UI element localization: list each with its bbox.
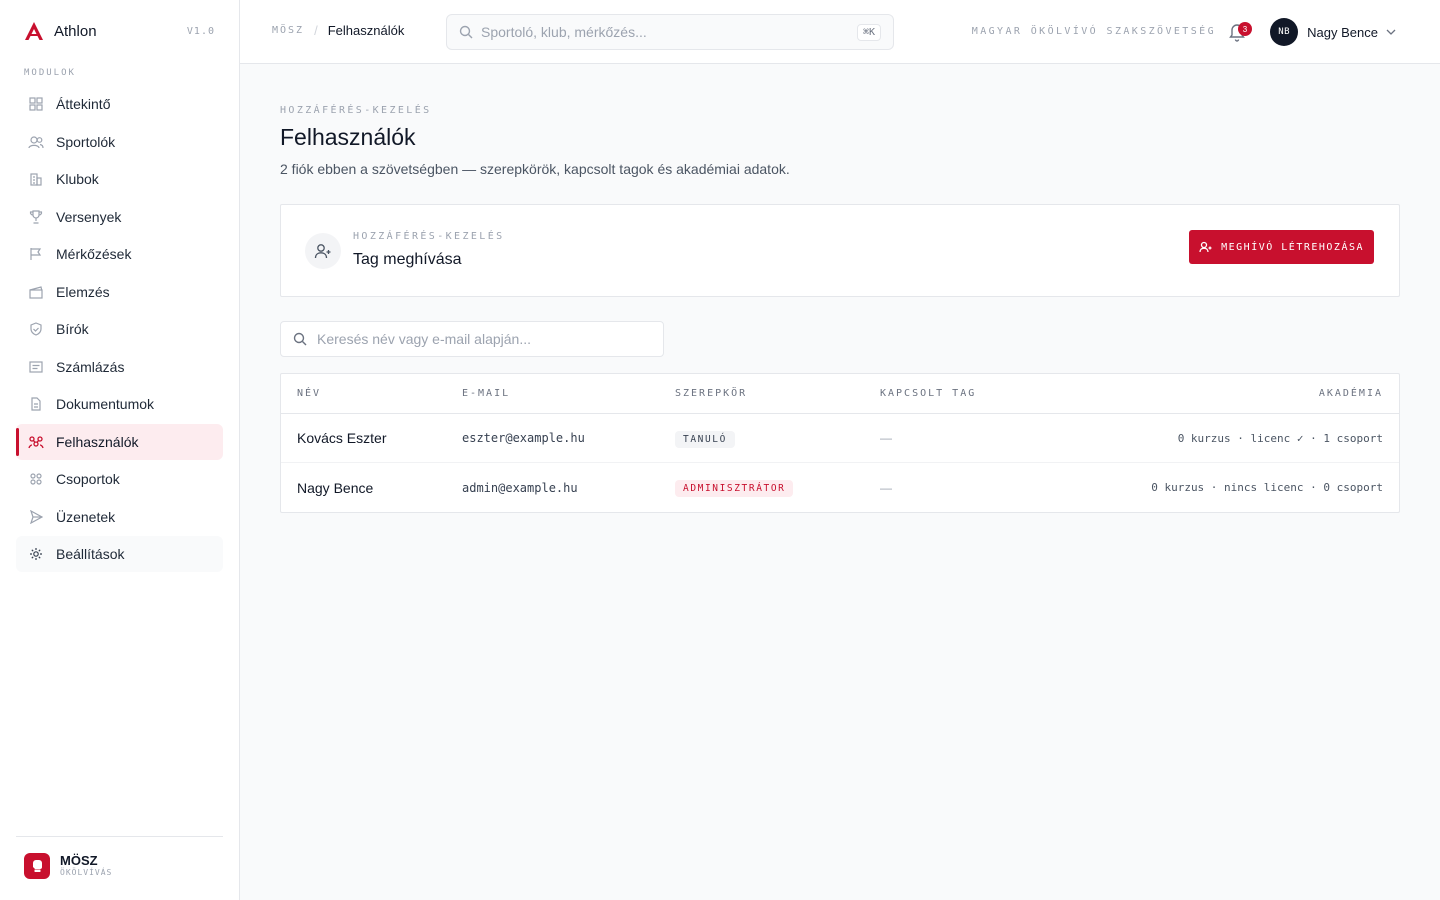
search-shortcut: ⌘K xyxy=(856,23,881,41)
column-linked-member[interactable]: KAPCSOLT TAG xyxy=(880,388,1060,399)
avatar: NB xyxy=(1270,18,1299,46)
page-title: Felhasználók xyxy=(280,124,416,150)
linked-member-cell: — xyxy=(880,480,892,495)
clapperboard-icon xyxy=(28,284,44,300)
academy-cell: 0 kurzus · nincs licenc · 0 csoport xyxy=(1151,481,1383,494)
sidebar-item-overview[interactable]: Áttekintő xyxy=(16,86,223,122)
nav-section-label: MODULOK xyxy=(24,68,76,78)
sidebar-item-label: Áttekintő xyxy=(56,96,111,112)
sidebar-item-label: Mérkőzések xyxy=(56,246,132,262)
sidebar-item-users[interactable]: Felhasználók xyxy=(16,423,223,460)
sidebar-item-label: Versenyek xyxy=(56,208,122,225)
sidebar: Athlon V1.0 MODULOK Áttekintő Sportolók … xyxy=(0,0,240,900)
sidebar-item-clubs[interactable]: Klubok xyxy=(16,161,223,197)
sidebar-item-referees[interactable]: Bírók xyxy=(16,311,223,347)
user-name: Nagy Bence xyxy=(1307,24,1378,40)
users-table: NÉV E-MAIL SZEREPKÖR KAPCSOLT TAG AKADÉM… xyxy=(280,373,1400,513)
breadcrumb-current: Felhasználók xyxy=(327,23,405,38)
app-version: V1.0 xyxy=(186,25,215,37)
column-email[interactable]: E-MAIL xyxy=(462,388,675,399)
document-icon xyxy=(28,396,44,412)
athlon-logo-icon xyxy=(25,22,43,40)
topbar: MÖSZ / Felhasználók ⌘K MAGYAR ÖKÖLVÍVÓ S… xyxy=(240,0,1440,64)
linked-member-cell: — xyxy=(880,431,892,445)
sidebar-item-matches[interactable]: Mérkőzések xyxy=(16,236,223,272)
sidebar-item-label: Felhasználók xyxy=(56,433,139,450)
user-menu[interactable]: NB Nagy Bence xyxy=(1270,18,1396,46)
sidebar-item-label: Beállítások xyxy=(56,546,125,562)
notification-count-badge: 3 xyxy=(1238,22,1252,36)
chevron-down-icon xyxy=(1386,29,1396,35)
role-badge: ADMINISZTRÁTOR xyxy=(675,480,794,497)
sidebar-item-label: Dokumentumok xyxy=(56,396,155,412)
sidebar-item-label: Csoportok xyxy=(56,471,120,487)
sidebar-item-competitions[interactable]: Versenyek xyxy=(16,199,223,235)
boxing-glove-icon xyxy=(24,853,50,879)
sidebar-item-documents[interactable]: Dokumentumok xyxy=(16,386,223,422)
column-role[interactable]: SZEREPKÖR xyxy=(675,388,880,399)
trophy-icon xyxy=(28,209,44,225)
shield-icon xyxy=(28,321,44,337)
page-subtitle: 2 fiók ebben a szövetségben — szerepkörö… xyxy=(280,161,790,177)
gear-icon xyxy=(28,546,44,562)
sidebar-item-label: Klubok xyxy=(56,171,99,187)
user-name-cell: Kovács Eszter xyxy=(297,430,387,446)
invite-eyebrow: HOZZÁFÉRÉS-KEZELÉS xyxy=(353,231,505,242)
user-plus-icon xyxy=(1199,241,1213,253)
column-name[interactable]: NÉV xyxy=(281,388,462,399)
flag-icon xyxy=(28,246,44,262)
users-icon xyxy=(28,134,44,150)
user-network-icon xyxy=(28,434,44,450)
sidebar-item-groups[interactable]: Csoportok xyxy=(16,461,223,497)
column-academy[interactable]: AKADÉMIA xyxy=(1060,388,1399,399)
sidebar-item-label: Számlázás xyxy=(56,358,125,375)
table-row[interactable]: Kovács Eszter eszter@example.hu TANULÓ —… xyxy=(281,414,1399,463)
federation-name: MAGYAR ÖKÖLVÍVÓ SZAKSZÖVETSÉG xyxy=(971,26,1216,37)
send-icon xyxy=(28,509,44,525)
receipt-icon xyxy=(28,359,44,375)
sidebar-item-label: Üzenetek xyxy=(56,508,116,525)
user-search-input[interactable] xyxy=(317,331,651,347)
invite-title: Tag meghívása xyxy=(353,251,462,268)
grid-icon xyxy=(28,96,44,112)
group-icon xyxy=(28,471,44,487)
main-nav: Áttekintő Sportolók Klubok Versenyek Mér… xyxy=(16,86,223,574)
building-icon xyxy=(28,171,44,187)
app-name: Athlon xyxy=(54,22,97,40)
user-email-cell: admin@example.hu xyxy=(462,480,578,495)
create-invite-button[interactable]: MEGHÍVÓ LÉTREHOZÁSA xyxy=(1189,230,1374,264)
sidebar-item-messages[interactable]: Üzenetek xyxy=(16,499,223,535)
create-invite-label: MEGHÍVÓ LÉTREHOZÁSA xyxy=(1221,241,1364,253)
breadcrumb-separator: / xyxy=(314,23,318,38)
user-plus-icon xyxy=(305,233,341,269)
org-sport: ÖKÖLVÍVÁS xyxy=(60,868,113,877)
sidebar-item-settings[interactable]: Beállítások xyxy=(16,536,223,572)
search-icon xyxy=(459,25,473,39)
search-icon xyxy=(293,332,307,346)
sidebar-item-label: Elemzés xyxy=(56,283,110,300)
sidebar-item-label: Sportolók xyxy=(56,133,116,150)
global-search[interactable]: ⌘K xyxy=(446,14,894,50)
user-name-cell: Nagy Bence xyxy=(297,479,374,496)
sidebar-item-label: Bírók xyxy=(56,321,89,337)
global-search-input[interactable] xyxy=(481,24,857,40)
role-badge: TANULÓ xyxy=(675,430,735,448)
user-search[interactable] xyxy=(280,321,664,357)
user-email-cell: eszter@example.hu xyxy=(462,431,585,445)
academy-cell: 0 kurzus · licenc ✓ · 1 csoport xyxy=(1177,431,1383,445)
table-row[interactable]: Nagy Bence admin@example.hu ADMINISZTRÁT… xyxy=(281,463,1399,512)
brand[interactable]: Athlon V1.0 xyxy=(24,20,215,42)
sidebar-item-athletes[interactable]: Sportolók xyxy=(16,124,223,160)
breadcrumb-root[interactable]: MÖSZ xyxy=(272,25,304,36)
breadcrumb: MÖSZ / Felhasználók xyxy=(272,23,404,38)
page-eyebrow: HOZZÁFÉRÉS-KEZELÉS xyxy=(280,105,432,116)
table-header: NÉV E-MAIL SZEREPKÖR KAPCSOLT TAG AKADÉM… xyxy=(281,374,1399,414)
org-name: MÖSZ xyxy=(60,853,98,868)
org-switcher[interactable]: MÖSZ ÖKÖLVÍVÁS xyxy=(16,836,223,879)
sidebar-item-analysis[interactable]: Elemzés xyxy=(16,274,223,310)
invite-card: HOZZÁFÉRÉS-KEZELÉS Tag meghívása MEGHÍVÓ… xyxy=(280,204,1400,297)
sidebar-item-billing[interactable]: Számlázás xyxy=(16,349,223,385)
